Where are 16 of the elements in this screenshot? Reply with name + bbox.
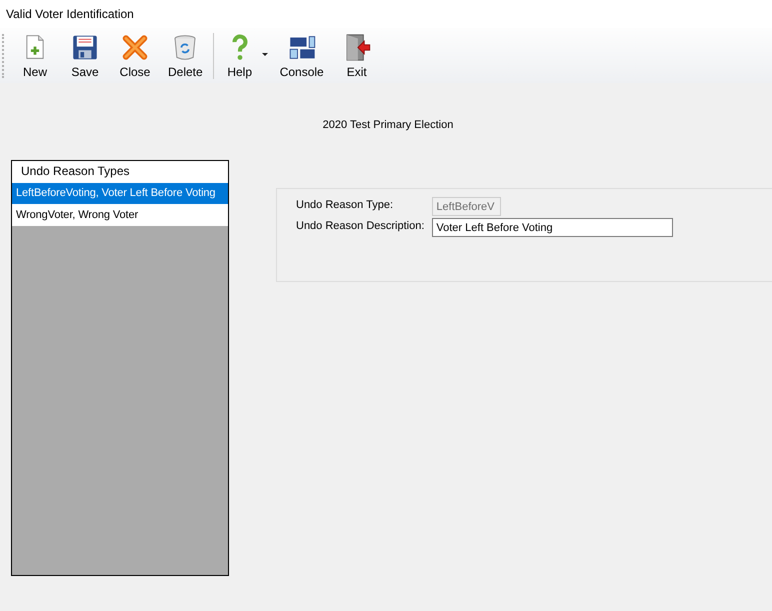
field-label: Undo Reason Type:	[296, 199, 394, 213]
toolbar-button[interactable]: New	[12, 30, 58, 80]
window-title: Valid Voter Identification	[6, 7, 134, 21]
list-item[interactable]: WrongVoter, Wrong Voter	[12, 204, 228, 226]
caret-icon	[262, 52, 268, 56]
list-item[interactable]: LeftBeforeVoting, Voter Left Before Voting	[12, 182, 228, 204]
input-field[interactable]: Voter Left Before Voting	[432, 218, 674, 237]
toolbar-button[interactable]: Save	[62, 30, 108, 80]
toolbar-button[interactable]: Close	[112, 30, 158, 80]
toolbar-button[interactable]: Console	[274, 30, 330, 80]
toolbar-button[interactable]: Delete	[162, 30, 209, 80]
field-label: Undo Reason Description:	[296, 220, 424, 234]
election-title: 2020 Test Primary Election	[322, 119, 454, 133]
list-header: Undo Reason Types	[12, 161, 228, 182]
help-dropdown-button[interactable]: Help	[218, 30, 272, 80]
toolbar-button[interactable]: Exit	[334, 30, 380, 80]
